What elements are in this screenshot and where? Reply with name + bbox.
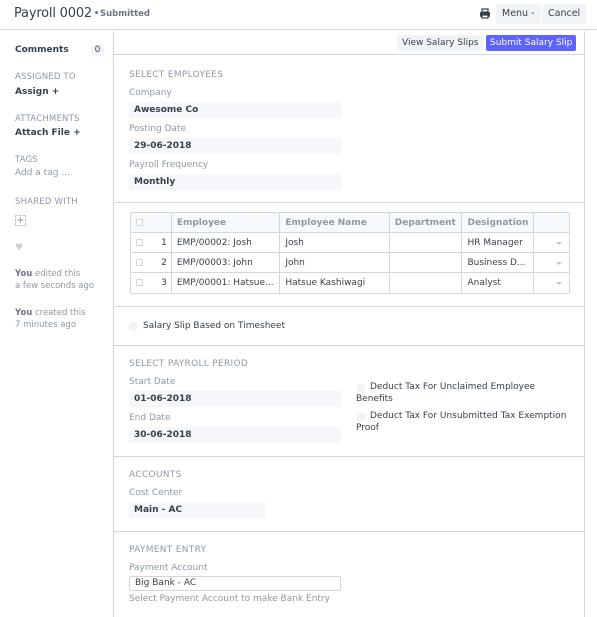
page-title: Payroll 0002 <box>14 6 92 21</box>
start-date-label: Start Date <box>129 377 176 387</box>
employee-name-cell[interactable]: Hatsue Kashiwagi <box>280 273 390 293</box>
form-toolbar: View Salary Slips Submit Salary Slip <box>114 31 584 55</box>
section-heading: ACCOUNTS <box>129 470 182 480</box>
activity-action: created this <box>32 308 86 318</box>
payment-account-help: Select Payment Account to make Bank Entr… <box>129 594 330 604</box>
company-label: Company <box>129 88 172 98</box>
assigned-to-heading: ASSIGNED TO <box>15 72 76 82</box>
row-expand-caret-icon[interactable] <box>556 282 563 285</box>
start-date-field[interactable]: 01-06-2018 <box>129 391 341 407</box>
activity-user: You <box>15 308 33 318</box>
designation-cell[interactable]: Analyst <box>462 273 535 293</box>
activity-edited: You edited this a few seconds ago <box>15 268 94 292</box>
posting-date-label: Posting Date <box>129 124 187 134</box>
employee-name-cell[interactable]: Josh <box>280 233 390 252</box>
end-date-label: End Date <box>129 413 171 423</box>
print-icon[interactable] <box>479 8 491 20</box>
column-header: Employee Name <box>280 213 390 232</box>
select-employees-section: SELECT EMPLOYEES Company Awesome Co Post… <box>114 55 584 203</box>
cost-center-field[interactable]: Main - AC <box>129 502 265 518</box>
status-indicator: Submitted <box>95 9 150 19</box>
comments-label[interactable]: Comments <box>15 45 69 55</box>
row-checkbox[interactable] <box>136 279 143 286</box>
status-label: Submitted <box>100 9 151 19</box>
payment-account-label: Payment Account <box>129 563 208 573</box>
menu-button[interactable]: Menu - <box>496 4 541 24</box>
cost-center-label: Cost Center <box>129 488 183 498</box>
page-header: Payroll 0002 Submitted Menu - Cancel <box>0 0 597 30</box>
add-share-icon[interactable]: + <box>15 215 26 226</box>
section-heading: PAYMENT ENTRY <box>129 545 207 555</box>
activity-time: 7 minutes ago <box>15 320 77 330</box>
section-heading: SELECT EMPLOYEES <box>129 70 224 80</box>
row-index: 3 <box>161 278 167 288</box>
column-header: Department <box>390 213 463 232</box>
end-date-field[interactable]: 30-06-2018 <box>129 427 341 443</box>
table-header: Employee Employee Name Department Design… <box>131 213 569 233</box>
view-salary-slips-button[interactable]: View Salary Slips <box>397 35 484 51</box>
activity-action: edited this <box>32 269 81 279</box>
payroll-frequency-field[interactable]: Monthly <box>129 174 341 190</box>
employee-cell[interactable]: EMP/00001: Hatsue... <box>172 273 281 293</box>
like-heart-icon[interactable]: ♥ <box>15 243 23 253</box>
department-cell[interactable] <box>390 253 463 272</box>
activity-user: You <box>15 269 33 279</box>
designation-cell[interactable]: Business D... <box>462 253 535 272</box>
payroll-frequency-label: Payroll Frequency <box>129 160 209 170</box>
employee-cell[interactable]: EMP/00003: John <box>172 253 281 272</box>
shared-with-heading: SHARED WITH <box>15 197 78 207</box>
employees-table: Employee Employee Name Department Design… <box>130 212 570 294</box>
row-checkbox[interactable] <box>136 239 143 246</box>
payment-account-input[interactable]: Big Bank - AC <box>129 576 341 591</box>
company-field[interactable]: Awesome Co <box>129 102 341 118</box>
cancel-button[interactable]: Cancel <box>542 4 587 24</box>
payment-entry-section: PAYMENT ENTRY Payment Account <box>114 532 584 617</box>
tags-heading: TAGS <box>15 155 38 165</box>
submit-salary-slip-button[interactable]: Submit Salary Slip <box>486 35 577 51</box>
status-dot-icon <box>95 11 98 14</box>
form-sidebar: Comments 0 ASSIGNED TO Assign + ATTACHME… <box>0 31 113 617</box>
deduct-unclaimed-label: Deduct Tax For Unclaimed Employee Benefi… <box>356 382 536 404</box>
table-row[interactable]: 1 EMP/00002: Josh Josh HR Manager <box>131 233 569 253</box>
add-tag-link[interactable]: Add a tag ... <box>15 168 70 178</box>
department-cell[interactable] <box>390 273 463 293</box>
row-index: 1 <box>161 238 167 248</box>
activity-time: a few seconds ago <box>15 281 95 291</box>
timesheet-label: Salary Slip Based on Timesheet <box>143 321 286 331</box>
designation-cell[interactable]: HR Manager <box>462 233 535 252</box>
attach-file-link[interactable]: Attach File + <box>15 128 81 138</box>
row-checkbox[interactable] <box>136 259 143 266</box>
table-row[interactable]: 3 EMP/00001: Hatsue... Hatsue Kashiwagi … <box>131 273 569 293</box>
row-index: 2 <box>161 258 167 268</box>
section-heading: SELECT PAYROLL PERIOD <box>129 359 249 369</box>
column-header: Designation <box>462 213 535 232</box>
accounts-section: ACCOUNTS Cost Center Main - AC <box>114 457 584 532</box>
department-cell[interactable] <box>390 233 463 252</box>
timesheet-section: Salary Slip Based on Timesheet <box>114 307 584 346</box>
row-expand-caret-icon[interactable] <box>556 262 563 265</box>
attachments-heading: ATTACHMENTS <box>15 114 80 124</box>
table-row[interactable]: 2 EMP/00003: John John Business D... <box>131 253 569 273</box>
employee-name-cell[interactable]: John <box>280 253 390 272</box>
payroll-period-section: SELECT PAYROLL PERIOD Start Date 01-06-2… <box>114 346 584 457</box>
employee-cell[interactable]: EMP/00002: Josh <box>172 233 281 252</box>
column-header: Employee <box>172 213 281 232</box>
activity-created: You created this 7 minutes ago <box>15 307 86 331</box>
posting-date-field[interactable]: 29-06-2018 <box>129 138 341 154</box>
select-all-checkbox[interactable] <box>136 219 143 226</box>
form-main: View Salary Slips Submit Salary Slip SEL… <box>113 31 585 617</box>
assign-link[interactable]: Assign + <box>15 87 59 97</box>
deduct-unsubmitted-label: Deduct Tax For Unsubmitted Tax Exemption… <box>356 411 567 433</box>
row-expand-caret-icon[interactable] <box>556 242 563 245</box>
comments-count-badge: 0 <box>91 44 104 57</box>
timesheet-checkbox[interactable] <box>129 322 137 330</box>
